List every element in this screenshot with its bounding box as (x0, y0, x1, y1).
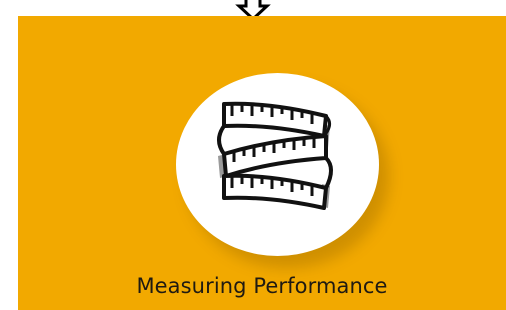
diagram-canvas: Measuring Performance (0, 0, 506, 310)
card-title: Measuring Performance (136, 274, 388, 298)
measuring-performance-card[interactable]: Measuring Performance (18, 16, 506, 310)
measuring-tape-icon (217, 101, 333, 210)
